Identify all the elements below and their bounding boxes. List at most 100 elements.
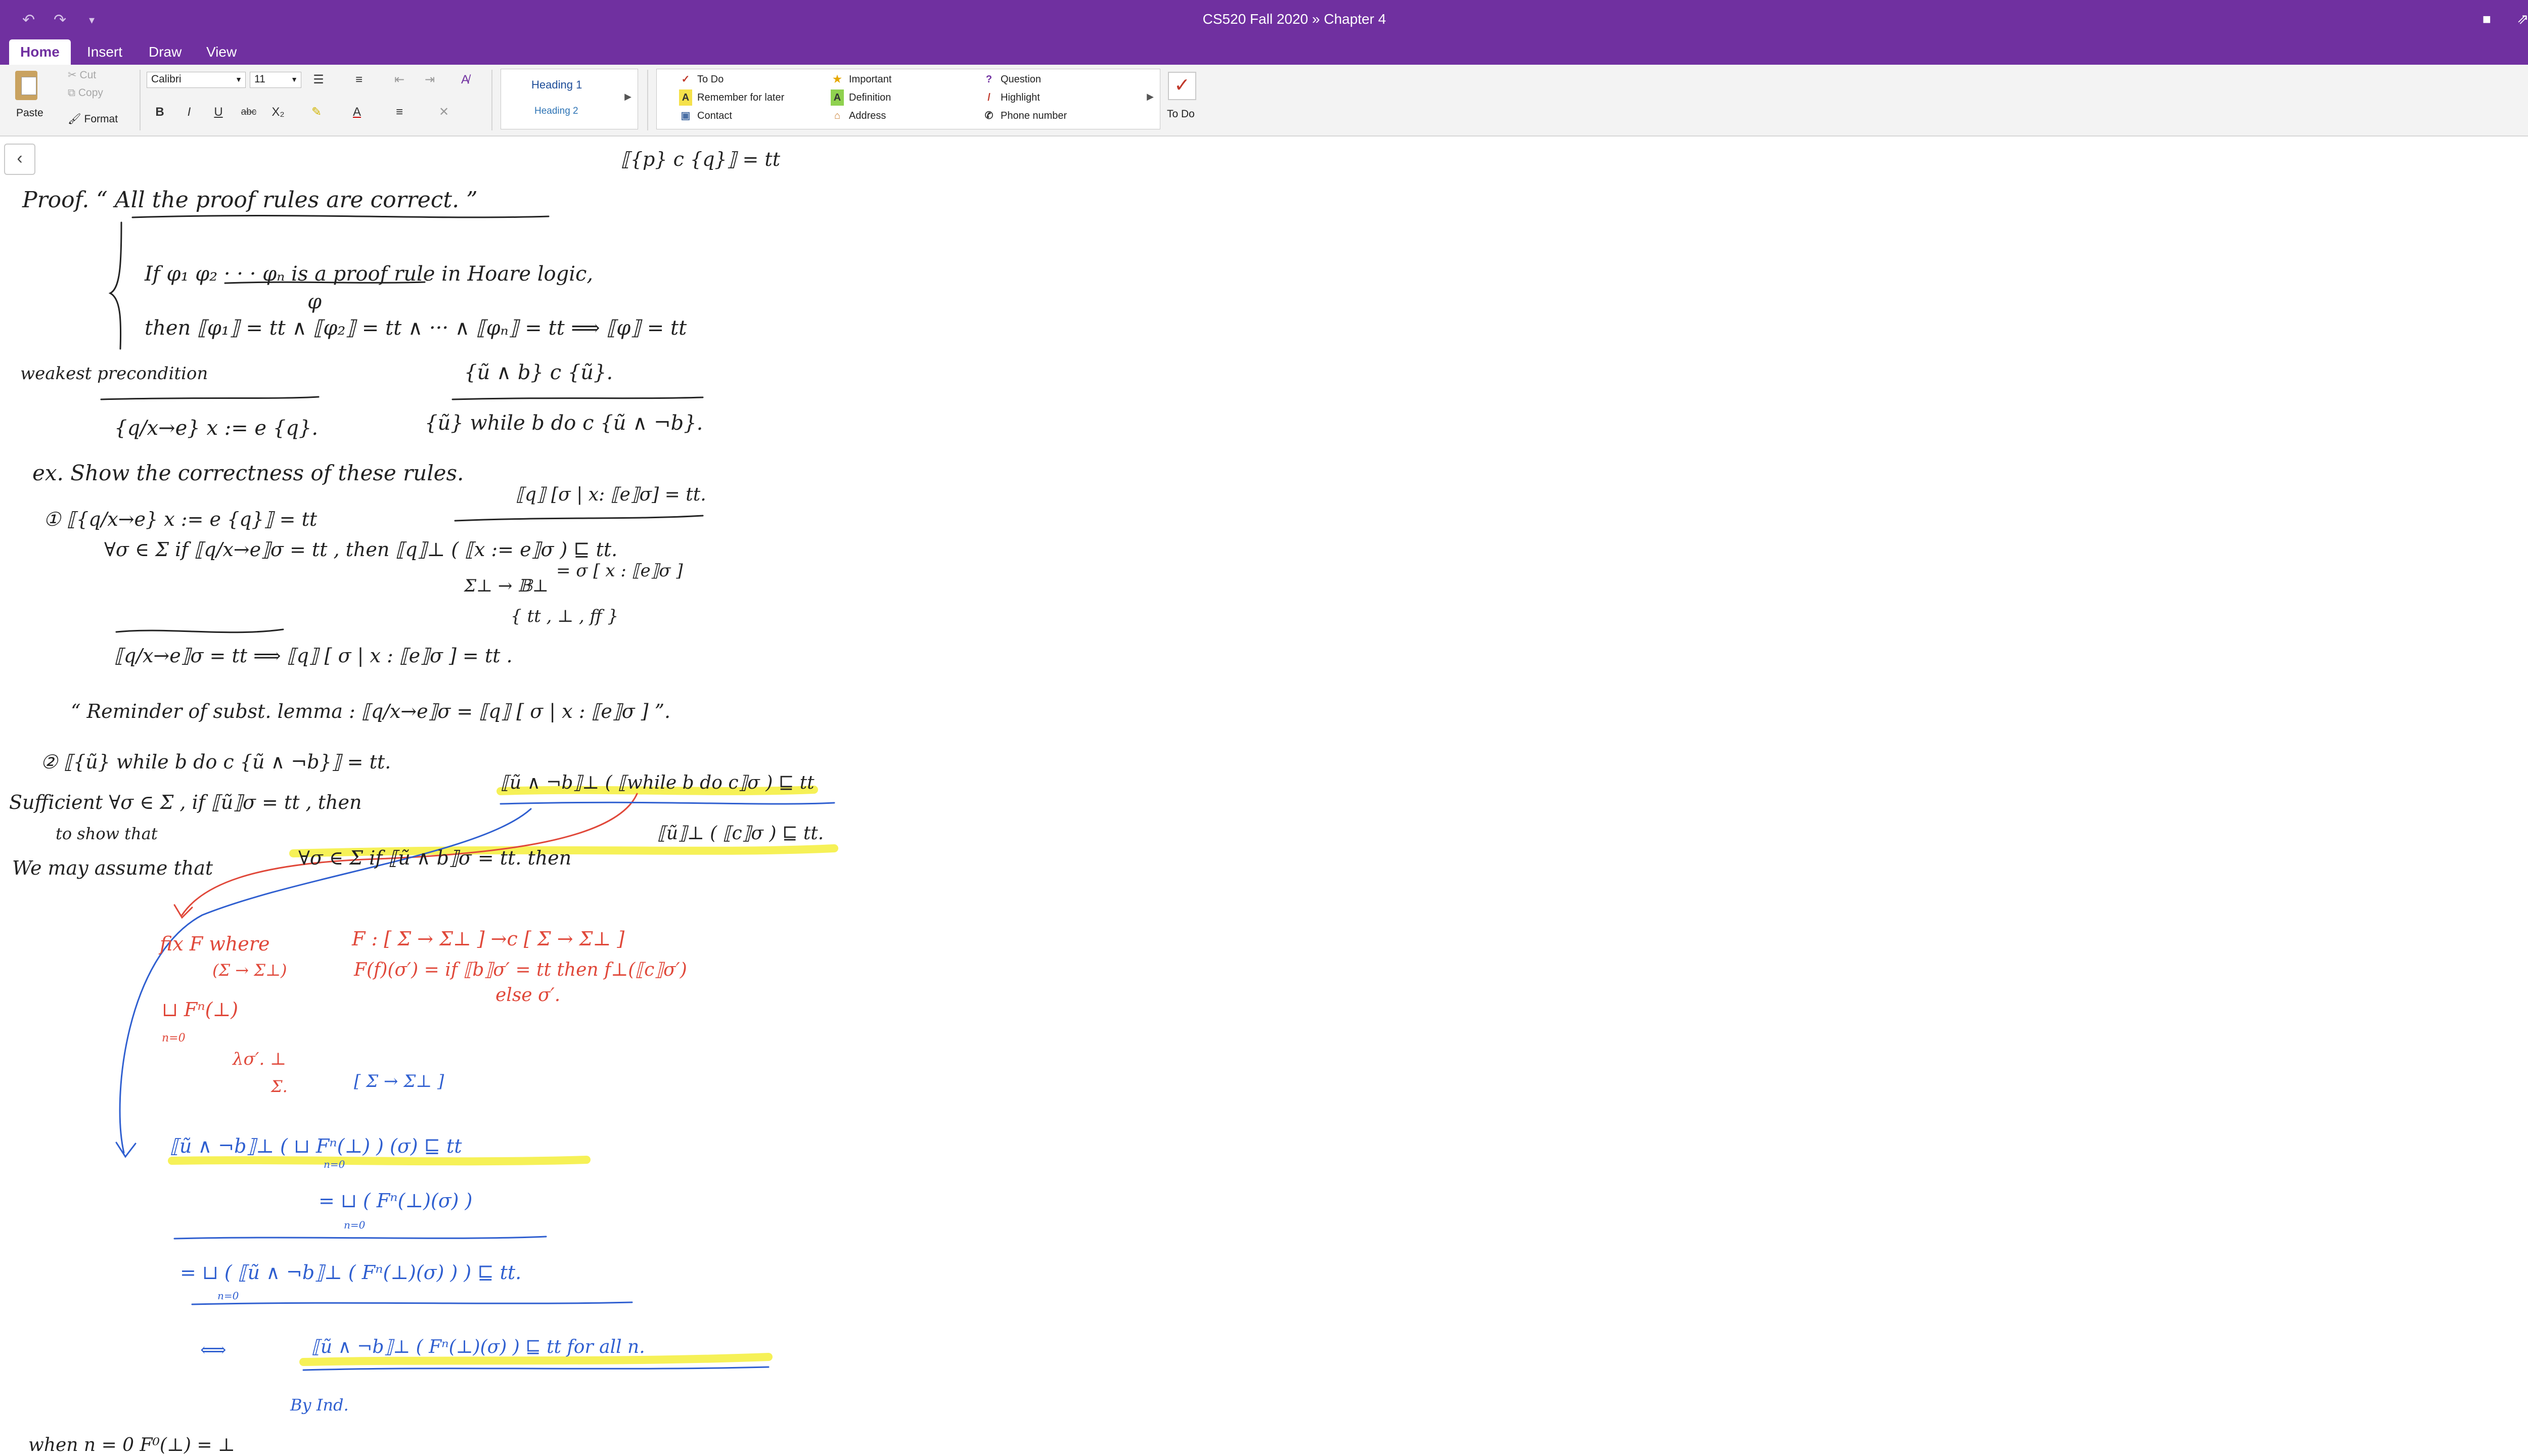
- font-name-select[interactable]: Calibri ▼: [147, 72, 246, 88]
- blue-ink-strokes: [115, 801, 835, 1371]
- bell-icon[interactable]: ■: [2482, 9, 2491, 29]
- tag-definition[interactable]: A Definition: [831, 89, 891, 106]
- paste-button[interactable]: Paste: [16, 107, 43, 119]
- cut-label: Cut: [79, 69, 97, 81]
- copy-label: Copy: [78, 87, 103, 99]
- share-icon[interactable]: ⇗: [2517, 9, 2528, 29]
- contact-icon: ▣: [681, 110, 691, 121]
- highlight-stroke: [168, 1156, 591, 1166]
- ink-line: Σ⊥ → 𝔹⊥: [463, 576, 549, 596]
- title-separator: »: [1312, 11, 1320, 27]
- underline-button[interactable]: U: [208, 102, 229, 122]
- black-handwriting: ⟦{p} c {q}⟧ = tt Proof. “ All the proof …: [9, 148, 824, 879]
- ink-stroke: [191, 1301, 633, 1305]
- todo-checkbox-icon[interactable]: ✓: [1168, 72, 1196, 100]
- scissors-icon: ✂: [68, 69, 77, 81]
- tag-remember-for-later[interactable]: A Remember for later: [679, 89, 784, 106]
- window-title: CS520 Fall 2020 » Chapter 4: [0, 9, 2528, 29]
- section-name: Chapter 4: [1324, 11, 1386, 27]
- delete-icon[interactable]: ✕: [434, 102, 454, 122]
- ink-line: n=0: [344, 1219, 366, 1231]
- ink-line: n=0: [324, 1158, 345, 1170]
- definition-icon: A: [831, 89, 844, 106]
- tag-contact[interactable]: ▣ Contact: [679, 108, 732, 124]
- tag-question[interactable]: ? Question: [982, 71, 1041, 87]
- tag-label: Contact: [697, 110, 732, 121]
- ink-line: then ⟦φ₁⟧ = tt ∧ ⟦φ₂⟧ = tt ∧ ··· ∧ ⟦φₙ⟧ …: [145, 316, 687, 340]
- ink-line: ∀σ ∈ Σ if ⟦ũ ∧ b⟧σ = tt. then: [298, 847, 571, 869]
- ink-line: ② ⟦{ũ} while b do c {ũ ∧ ¬b}⟧ = tt.: [40, 751, 391, 773]
- clear-format-icon[interactable]: A̸: [455, 70, 475, 90]
- notebook-name: CS520 Fall 2020: [1202, 11, 1308, 27]
- italic-button[interactable]: I: [179, 102, 199, 122]
- tag-phone-number[interactable]: ✆ Phone number: [982, 108, 1067, 124]
- ink-line: By Ind.: [290, 1395, 349, 1415]
- ink-line: Σ.: [270, 1077, 288, 1096]
- house-icon: ⌂: [834, 110, 841, 121]
- bullets-icon[interactable]: ☰: [308, 70, 329, 90]
- ink-line: ex. Show the correctness of these rules.: [32, 461, 464, 485]
- tag-important[interactable]: ★ Important: [831, 71, 891, 87]
- ink-stroke: [108, 221, 122, 350]
- chevron-down-icon: ▼: [235, 75, 242, 83]
- ink-line: ⟦ũ ∧ ¬b⟧⊥ ( ⟦while b do c⟧σ ) ⊑ tt: [501, 772, 815, 793]
- ink-line: λσ′. ⊥: [232, 1049, 286, 1069]
- title-bar: ↶ ↷ ▾ CS520 Fall 2020 » Chapter 4 ■ ⇗ ⤡: [0, 0, 2528, 39]
- tag-label: Question: [1001, 74, 1042, 85]
- ink-line: { tt , ⊥ , ff }: [511, 606, 618, 626]
- tag-label: Important: [849, 74, 892, 85]
- cut-button[interactable]: ✂ Cut: [68, 69, 96, 81]
- question-icon: ?: [985, 74, 992, 85]
- strikethrough-button[interactable]: abc: [239, 102, 259, 122]
- increase-indent-icon[interactable]: ⇥: [420, 70, 440, 90]
- ink-line: (Σ → Σ⊥): [212, 961, 287, 980]
- tags-gallery: ✓ To Do A Remember for later ▣ Contact ★ Imp…: [656, 69, 1160, 129]
- font-color-icon[interactable]: A: [347, 102, 367, 122]
- ink-line: {q/x→e} x := e {q}.: [114, 417, 318, 440]
- tab-view[interactable]: View: [195, 39, 248, 65]
- ink-stroke: [115, 1142, 137, 1158]
- style-heading-2[interactable]: Heading 2: [534, 106, 578, 117]
- tab-draw[interactable]: Draw: [138, 39, 193, 65]
- chevron-right-icon[interactable]: ▶: [1147, 92, 1154, 102]
- ink-line: = σ [ x : ⟦e⟧σ ]: [556, 561, 683, 581]
- phone-icon: ✆: [984, 110, 994, 121]
- ink-line: = ⊔ ( ⟦ũ ∧ ¬b⟧⊥ ( Fⁿ(⊥)(σ) ) ) ⊑ tt.: [180, 1261, 521, 1284]
- ink-stroke: [100, 396, 320, 400]
- font-size-select[interactable]: 11 ▼: [250, 72, 301, 88]
- copy-button[interactable]: ⧉ Copy: [68, 87, 103, 99]
- style-heading-1[interactable]: Heading 1: [531, 78, 582, 92]
- format-label: Format: [84, 113, 118, 125]
- ink-line: n=0: [217, 1290, 239, 1302]
- tag-label: Remember for later: [697, 92, 785, 103]
- tag-highlight[interactable]: / Highlight: [982, 89, 1040, 106]
- ink-line: Sufficient ∀σ ∈ Σ , if ⟦ũ⟧σ = tt , then: [9, 791, 362, 813]
- styles-gallery: Heading 1 Heading 2 ▶: [501, 69, 638, 129]
- highlighter-icon[interactable]: ✎: [306, 102, 327, 122]
- tab-home[interactable]: Home: [9, 39, 71, 65]
- paste-icon[interactable]: [15, 71, 37, 100]
- align-icon[interactable]: ≡: [389, 102, 410, 122]
- decrease-indent-icon[interactable]: ⇤: [389, 70, 410, 90]
- ink-line: fix F where: [158, 933, 269, 955]
- ink-line: = ⊔ ( Fⁿ(⊥)(σ) ): [319, 1190, 472, 1212]
- tab-insert[interactable]: Insert: [76, 39, 133, 65]
- ink-line: Proof. “ All the proof rules are correct…: [22, 187, 478, 213]
- todo-button-label[interactable]: To Do: [1167, 108, 1195, 120]
- page-canvas[interactable]: ‹ ⟦{p} c {q}⟧ = tt Proof. “ All the proo…: [0, 136, 2528, 1456]
- format-painter-button[interactable]: 🖌 Format: [68, 113, 118, 125]
- ink-stroke: [452, 396, 704, 400]
- numbering-icon[interactable]: ≡: [349, 70, 369, 90]
- chevron-right-icon[interactable]: ▶: [624, 92, 631, 102]
- tag-to-do[interactable]: ✓ To Do: [679, 71, 724, 87]
- subscript-button[interactable]: X₂: [268, 102, 288, 122]
- highlighter-icon: /: [987, 92, 990, 103]
- ribbon-tabs: Home Insert Draw View ☺▾: [0, 39, 2528, 65]
- bold-button[interactable]: B: [150, 102, 170, 122]
- tag-label: To Do: [697, 74, 724, 85]
- font-name-value: Calibri: [151, 73, 182, 85]
- ink-line: ⊔ Fⁿ(⊥): [162, 998, 238, 1021]
- tag-address[interactable]: ⌂ Address: [831, 108, 886, 124]
- ink-stroke: [302, 1366, 770, 1371]
- ink-line: If φ₁ φ₂ · · · φₙ is a proof rule in Hoa…: [144, 262, 593, 286]
